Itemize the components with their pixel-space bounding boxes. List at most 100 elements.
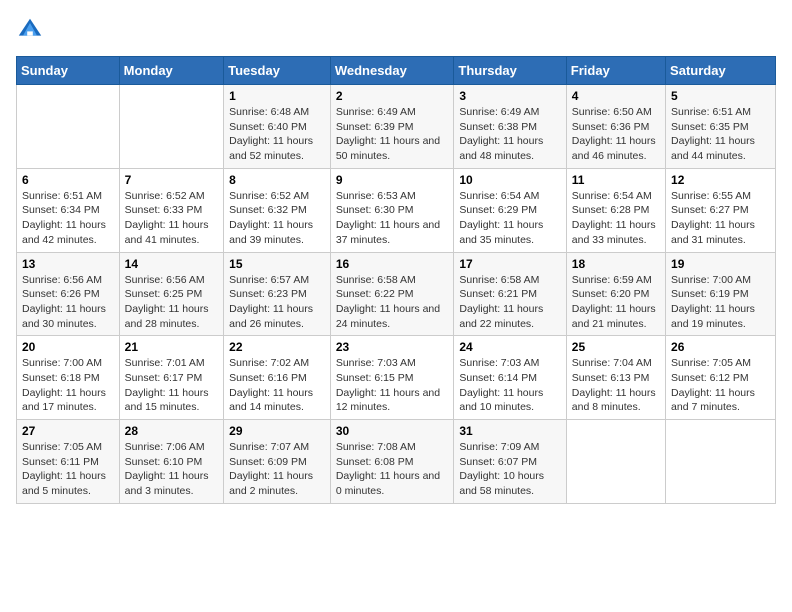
day-info: Sunrise: 6:49 AM Sunset: 6:39 PM Dayligh… — [336, 105, 449, 164]
day-number: 12 — [671, 173, 770, 187]
week-row-4: 20 Sunrise: 7:00 AM Sunset: 6:18 PM Dayli… — [17, 336, 776, 420]
day-number: 16 — [336, 257, 449, 271]
day-cell: 5 Sunrise: 6:51 AM Sunset: 6:35 PM Daylig… — [666, 85, 776, 169]
day-number: 18 — [572, 257, 660, 271]
page-header — [16, 16, 776, 44]
day-info: Sunrise: 6:59 AM Sunset: 6:20 PM Dayligh… — [572, 273, 660, 332]
day-cell: 15 Sunrise: 6:57 AM Sunset: 6:23 PM Dayli… — [224, 252, 331, 336]
day-number: 26 — [671, 340, 770, 354]
day-info: Sunrise: 7:01 AM Sunset: 6:17 PM Dayligh… — [125, 356, 218, 415]
day-cell: 1 Sunrise: 6:48 AM Sunset: 6:40 PM Daylig… — [224, 85, 331, 169]
day-number: 30 — [336, 424, 449, 438]
day-info: Sunrise: 6:56 AM Sunset: 6:25 PM Dayligh… — [125, 273, 218, 332]
day-info: Sunrise: 7:09 AM Sunset: 6:07 PM Dayligh… — [459, 440, 560, 499]
column-header-saturday: Saturday — [666, 57, 776, 85]
day-info: Sunrise: 6:51 AM Sunset: 6:34 PM Dayligh… — [22, 189, 114, 248]
day-cell: 13 Sunrise: 6:56 AM Sunset: 6:26 PM Dayli… — [17, 252, 120, 336]
day-cell: 4Sunrise: 6:50 AM Sunset: 6:36 PM Daylig… — [566, 85, 665, 169]
day-number: 20 — [22, 340, 114, 354]
day-info: Sunrise: 6:49 AM Sunset: 6:38 PM Dayligh… — [459, 105, 560, 164]
day-info: Sunrise: 6:48 AM Sunset: 6:40 PM Dayligh… — [229, 105, 325, 164]
day-info: Sunrise: 6:55 AM Sunset: 6:27 PM Dayligh… — [671, 189, 770, 248]
day-cell: 23Sunrise: 7:03 AM Sunset: 6:15 PM Dayli… — [330, 336, 454, 420]
day-cell: 19 Sunrise: 7:00 AM Sunset: 6:19 PM Dayli… — [666, 252, 776, 336]
day-number: 13 — [22, 257, 114, 271]
day-info: Sunrise: 7:00 AM Sunset: 6:18 PM Dayligh… — [22, 356, 114, 415]
day-info: Sunrise: 6:52 AM Sunset: 6:32 PM Dayligh… — [229, 189, 325, 248]
column-header-friday: Friday — [566, 57, 665, 85]
calendar-header-row: SundayMondayTuesdayWednesdayThursdayFrid… — [17, 57, 776, 85]
day-cell: 10 Sunrise: 6:54 AM Sunset: 6:29 PM Dayli… — [454, 168, 566, 252]
day-info: Sunrise: 7:03 AM Sunset: 6:14 PM Dayligh… — [459, 356, 560, 415]
day-cell: 7Sunrise: 6:52 AM Sunset: 6:33 PM Daylig… — [119, 168, 223, 252]
day-info: Sunrise: 7:05 AM Sunset: 6:12 PM Dayligh… — [671, 356, 770, 415]
day-cell: 6 Sunrise: 6:51 AM Sunset: 6:34 PM Daylig… — [17, 168, 120, 252]
column-header-thursday: Thursday — [454, 57, 566, 85]
day-number: 9 — [336, 173, 449, 187]
day-number: 22 — [229, 340, 325, 354]
day-info: Sunrise: 6:51 AM Sunset: 6:35 PM Dayligh… — [671, 105, 770, 164]
day-number: 28 — [125, 424, 218, 438]
day-cell: 8 Sunrise: 6:52 AM Sunset: 6:32 PM Daylig… — [224, 168, 331, 252]
day-number: 2 — [336, 89, 449, 103]
week-row-5: 27Sunrise: 7:05 AM Sunset: 6:11 PM Dayli… — [17, 420, 776, 504]
day-number: 21 — [125, 340, 218, 354]
day-number: 5 — [671, 89, 770, 103]
day-info: Sunrise: 7:03 AM Sunset: 6:15 PM Dayligh… — [336, 356, 449, 415]
day-number: 17 — [459, 257, 560, 271]
calendar-table: SundayMondayTuesdayWednesdayThursdayFrid… — [16, 56, 776, 504]
day-cell: 12 Sunrise: 6:55 AM Sunset: 6:27 PM Dayli… — [666, 168, 776, 252]
day-cell: 25 Sunrise: 7:04 AM Sunset: 6:13 PM Dayli… — [566, 336, 665, 420]
column-header-sunday: Sunday — [17, 57, 120, 85]
day-cell: 27Sunrise: 7:05 AM Sunset: 6:11 PM Dayli… — [17, 420, 120, 504]
day-cell — [666, 420, 776, 504]
day-number: 4 — [572, 89, 660, 103]
day-cell: 21 Sunrise: 7:01 AM Sunset: 6:17 PM Dayli… — [119, 336, 223, 420]
day-cell: 22 Sunrise: 7:02 AM Sunset: 6:16 PM Dayli… — [224, 336, 331, 420]
day-info: Sunrise: 7:00 AM Sunset: 6:19 PM Dayligh… — [671, 273, 770, 332]
day-number: 6 — [22, 173, 114, 187]
day-number: 24 — [459, 340, 560, 354]
column-header-tuesday: Tuesday — [224, 57, 331, 85]
week-row-2: 6 Sunrise: 6:51 AM Sunset: 6:34 PM Daylig… — [17, 168, 776, 252]
day-cell: 16 Sunrise: 6:58 AM Sunset: 6:22 PM Dayli… — [330, 252, 454, 336]
day-number: 14 — [125, 257, 218, 271]
day-info: Sunrise: 7:02 AM Sunset: 6:16 PM Dayligh… — [229, 356, 325, 415]
day-cell: 29Sunrise: 7:07 AM Sunset: 6:09 PM Dayli… — [224, 420, 331, 504]
day-number: 7 — [125, 173, 218, 187]
day-cell: 30 Sunrise: 7:08 AM Sunset: 6:08 PM Dayli… — [330, 420, 454, 504]
day-info: Sunrise: 7:05 AM Sunset: 6:11 PM Dayligh… — [22, 440, 114, 499]
day-cell — [17, 85, 120, 169]
day-cell: 9Sunrise: 6:53 AM Sunset: 6:30 PM Daylig… — [330, 168, 454, 252]
week-row-1: 1 Sunrise: 6:48 AM Sunset: 6:40 PM Daylig… — [17, 85, 776, 169]
day-number: 15 — [229, 257, 325, 271]
day-info: Sunrise: 6:54 AM Sunset: 6:29 PM Dayligh… — [459, 189, 560, 248]
day-cell: 14 Sunrise: 6:56 AM Sunset: 6:25 PM Dayli… — [119, 252, 223, 336]
day-info: Sunrise: 7:08 AM Sunset: 6:08 PM Dayligh… — [336, 440, 449, 499]
day-cell — [119, 85, 223, 169]
day-number: 1 — [229, 89, 325, 103]
day-info: Sunrise: 6:58 AM Sunset: 6:21 PM Dayligh… — [459, 273, 560, 332]
day-number: 25 — [572, 340, 660, 354]
day-number: 8 — [229, 173, 325, 187]
day-info: Sunrise: 7:07 AM Sunset: 6:09 PM Dayligh… — [229, 440, 325, 499]
logo — [16, 16, 48, 44]
logo-icon — [16, 16, 44, 44]
day-number: 10 — [459, 173, 560, 187]
day-info: Sunrise: 6:58 AM Sunset: 6:22 PM Dayligh… — [336, 273, 449, 332]
day-info: Sunrise: 6:57 AM Sunset: 6:23 PM Dayligh… — [229, 273, 325, 332]
day-number: 19 — [671, 257, 770, 271]
day-info: Sunrise: 7:04 AM Sunset: 6:13 PM Dayligh… — [572, 356, 660, 415]
day-cell: 28 Sunrise: 7:06 AM Sunset: 6:10 PM Dayli… — [119, 420, 223, 504]
day-info: Sunrise: 7:06 AM Sunset: 6:10 PM Dayligh… — [125, 440, 218, 499]
day-cell: 17 Sunrise: 6:58 AM Sunset: 6:21 PM Dayli… — [454, 252, 566, 336]
day-number: 3 — [459, 89, 560, 103]
column-header-wednesday: Wednesday — [330, 57, 454, 85]
day-cell: 24 Sunrise: 7:03 AM Sunset: 6:14 PM Dayli… — [454, 336, 566, 420]
week-row-3: 13 Sunrise: 6:56 AM Sunset: 6:26 PM Dayli… — [17, 252, 776, 336]
column-header-monday: Monday — [119, 57, 223, 85]
day-cell: 11Sunrise: 6:54 AM Sunset: 6:28 PM Dayli… — [566, 168, 665, 252]
day-number: 11 — [572, 173, 660, 187]
day-cell: 3 Sunrise: 6:49 AM Sunset: 6:38 PM Daylig… — [454, 85, 566, 169]
day-info: Sunrise: 6:56 AM Sunset: 6:26 PM Dayligh… — [22, 273, 114, 332]
